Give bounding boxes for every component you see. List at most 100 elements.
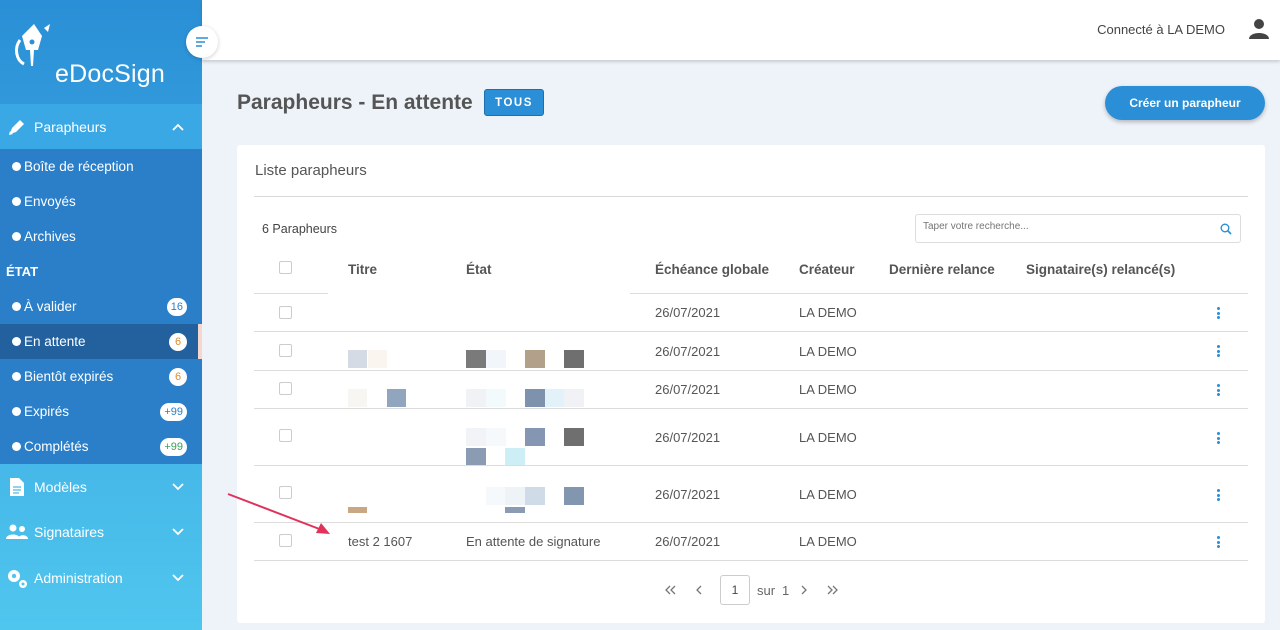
select-all-checkbox[interactable] [279,261,292,274]
row-checkbox[interactable] [279,429,292,442]
document-icon [6,476,28,498]
sidebar-item-a-valider[interactable]: À valider 16 [0,289,202,324]
sidebar-item-archives[interactable]: Archives [0,219,202,254]
pagination-of-label: sur [757,583,776,598]
sidebar-item-inbox[interactable]: Boîte de réception [0,149,202,184]
chevron-down-icon [172,482,184,490]
redacted-title [348,389,367,407]
cell-etat: En attente de signature [466,534,601,549]
cell-createur: LA DEMO [799,382,857,397]
last-page-icon[interactable] [827,585,839,595]
column-header-derniere-relance[interactable]: Dernière relance [889,262,995,277]
more-actions-icon[interactable] [1217,307,1220,319]
sidebar-item-expires[interactable]: Expirés +99 [0,394,202,429]
create-parapheur-button[interactable]: Créer un parapheur [1105,86,1265,120]
cell-createur: LA DEMO [799,305,857,320]
sidebar-item-en-attente[interactable]: En attente 6 [0,324,202,359]
cell-createur: LA DEMO [799,487,857,502]
next-page-icon[interactable] [800,585,808,595]
column-header-titre[interactable]: Titre [348,262,377,277]
card-title: Liste parapheurs [255,162,367,179]
fountain-pen-logo-icon [15,24,50,66]
redacted-title [348,350,367,368]
sidebar-section-label: Administration [34,569,123,586]
row-checkbox[interactable] [279,382,292,395]
sidebar-item-sent[interactable]: Envoyés [0,184,202,219]
sidebar-toggle-button[interactable] [186,26,218,58]
bullet-icon [12,337,21,346]
sidebar-section-label: Parapheurs [34,118,107,135]
bullet-icon [12,232,21,241]
more-actions-icon[interactable] [1217,489,1220,501]
more-actions-icon[interactable] [1217,536,1220,548]
column-header-signataires-relances[interactable]: Signataire(s) relancé(s) [1026,262,1175,277]
divider [254,196,1248,197]
bullet-icon [12,197,21,206]
page-number-input[interactable]: 1 [720,575,750,605]
more-actions-icon[interactable] [1217,345,1220,357]
user-icon[interactable] [1249,18,1269,40]
redacted-state [466,428,486,446]
first-page-icon[interactable] [664,585,676,595]
sidebar-section-label: Signataires [34,523,105,540]
cell-echeance: 26/07/2021 [655,430,721,445]
search-field[interactable] [915,214,1241,243]
sidebar-section-modeles[interactable]: Modèles [0,464,202,509]
redacted-state [486,487,506,505]
parapheurs-count: 6 Parapheurs [262,222,338,236]
sidebar-item-bientot-expires[interactable]: Bientôt expirés 6 [0,359,202,394]
cell-echeance: 26/07/2021 [655,382,721,397]
cell-echeance: 26/07/2021 [655,487,721,502]
logo[interactable]: eDocSign [0,0,202,104]
previous-page-icon[interactable] [695,585,703,595]
gears-icon [6,567,28,589]
count-badge: 16 [166,297,187,316]
row-checkbox[interactable] [279,344,292,357]
search-icon[interactable] [1220,223,1232,235]
sidebar-item-label: Envoyés [24,194,76,209]
column-header-createur[interactable]: Créateur [799,262,855,277]
topbar: Connecté à LA DEMO [202,0,1280,60]
sidebar-item-label: Boîte de réception [24,159,134,174]
bullet-icon [12,407,21,416]
column-header-etat[interactable]: État [466,262,492,277]
menu-lines-icon [196,37,208,47]
cell-createur: LA DEMO [799,430,857,445]
annotation-arrow-icon [227,493,330,534]
more-actions-icon[interactable] [1217,384,1220,396]
redacted-title [348,507,367,513]
chevron-up-icon [172,123,184,131]
users-icon [6,521,28,543]
sidebar-item-label: Bientôt expirés [24,369,114,384]
chevron-down-icon [172,573,184,581]
sidebar-item-completes[interactable]: Complétés +99 [0,429,202,464]
search-input[interactable] [923,221,1203,232]
cell-echeance: 26/07/2021 [655,534,721,549]
chevron-down-icon [172,527,184,535]
bullet-icon [12,442,21,451]
sidebar: eDocSign Parapheurs Boîte de réception E… [0,0,202,630]
column-header-echeance[interactable]: Échéance globale [655,262,769,277]
connected-label: Connecté à LA DEMO [1097,22,1225,37]
redacted-state [466,350,486,368]
brand-name: eDocSign [55,60,165,88]
sidebar-section-signataires[interactable]: Signataires [0,509,202,554]
sidebar-item-label: Complétés [24,439,89,454]
count-badge: +99 [160,437,187,456]
count-badge: 6 [169,332,187,351]
sidebar-item-label: Expirés [24,404,70,419]
sidebar-section-administration[interactable]: Administration [0,555,202,600]
cell-echeance: 26/07/2021 [655,344,721,359]
parapheurs-list-card: Liste parapheurs 6 Parapheurs Titre État… [237,145,1265,623]
etat-heading: ÉTAT [6,264,39,279]
cell-createur: LA DEMO [799,344,857,359]
row-checkbox[interactable] [279,306,292,319]
count-badge: 6 [169,367,187,386]
cell-titre: test 2 1607 [348,534,413,549]
sidebar-item-label: Archives [24,229,76,244]
cell-createur: LA DEMO [799,534,857,549]
filter-tag[interactable]: TOUS [484,89,544,116]
bullet-icon [12,372,21,381]
more-actions-icon[interactable] [1217,432,1220,444]
sidebar-section-parapheurs[interactable]: Parapheurs [0,104,202,149]
